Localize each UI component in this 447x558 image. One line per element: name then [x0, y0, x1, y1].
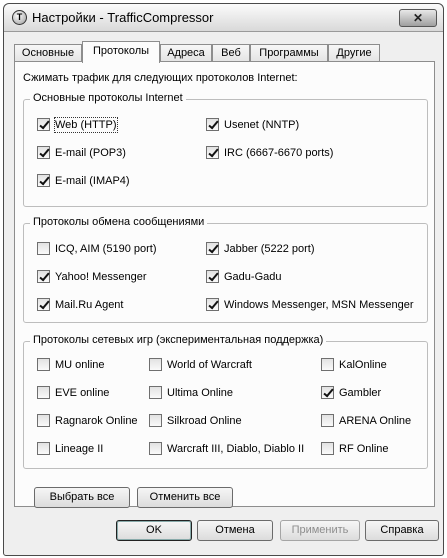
checkbox-label: ICQ, AIM (5190 port)	[55, 243, 157, 255]
select-all-button[interactable]: Выбрать все	[34, 487, 130, 508]
checkbox-box[interactable]	[37, 298, 50, 311]
intro-text: Сжимать трафик для следующих протоколов …	[23, 72, 298, 84]
close-icon: ✕	[412, 11, 424, 25]
checkbox-box[interactable]	[37, 174, 50, 187]
settings-window: T Настройки - TrafficCompressor ✕ Основн…	[3, 3, 444, 556]
window-title: Настройки - TrafficCompressor	[32, 10, 214, 25]
checkbox-box[interactable]	[206, 242, 219, 255]
checkbox-label: Jabber (5222 port)	[224, 243, 315, 255]
checkbox-label: ARENA Online	[339, 415, 412, 427]
group-legend: Основные протоколы Internet	[30, 92, 186, 104]
checkbox-box[interactable]	[37, 270, 50, 283]
checkbox-box[interactable]	[37, 442, 50, 455]
tab-protocols[interactable]: Протоколы	[82, 41, 160, 63]
checkbox-box[interactable]	[321, 358, 334, 371]
checkbox-label: Ragnarok Online	[55, 415, 138, 427]
checkbox-label: KalOnline	[339, 359, 387, 371]
tab-general[interactable]: Основные	[14, 44, 82, 62]
checkbox-label: E-mail (POP3)	[55, 147, 126, 159]
cancel-button[interactable]: Отмена	[197, 520, 273, 541]
title-bar[interactable]: T Настройки - TrafficCompressor ✕	[4, 4, 443, 32]
group-legend: Протоколы обмена сообщениями	[30, 216, 208, 228]
checkbox-box[interactable]	[206, 118, 219, 131]
checkbox-box[interactable]	[37, 358, 50, 371]
checkbox-box[interactable]	[149, 414, 162, 427]
checkbox-box[interactable]	[37, 242, 50, 255]
tab-programs[interactable]: Программы	[250, 44, 328, 62]
group-legend: Протоколы сетевых игр (экспериментальная…	[30, 334, 327, 346]
checkbox-label: Ultima Online	[167, 387, 234, 399]
messaging-protocols-group: Протоколы обмена сообщениями ICQ, AIM (5…	[23, 216, 428, 323]
checkbox-label: Usenet (NNTP)	[224, 119, 300, 131]
help-button[interactable]: Справка	[365, 520, 439, 541]
checkbox-box[interactable]	[206, 270, 219, 283]
internet-protocols-group: Основные протоколы Internet Web (HTTP) U…	[23, 92, 428, 207]
checkbox-label: Gambler	[339, 387, 382, 399]
checkbox-label: World of Warcraft	[167, 359, 252, 371]
deselect-all-button[interactable]: Отменить все	[137, 487, 233, 508]
checkbox-label: Warcraft III, Diablo, Diablo II	[167, 443, 305, 455]
tab-other[interactable]: Другие	[328, 44, 380, 62]
checkbox-box[interactable]	[321, 386, 334, 399]
checkbox-box[interactable]	[206, 298, 219, 311]
checkbox-box[interactable]	[149, 358, 162, 371]
checkbox-label: E-mail (IMAP4)	[55, 175, 130, 187]
checkbox-label: Gadu-Gadu	[224, 271, 282, 283]
checkbox-label: EVE online	[55, 387, 110, 399]
checkbox-label: Mail.Ru Agent	[55, 299, 124, 311]
checkbox-box[interactable]	[37, 146, 50, 159]
checkbox-box[interactable]	[321, 442, 334, 455]
checkbox-box[interactable]	[37, 414, 50, 427]
checkbox-label: IRC (6667-6670 ports)	[224, 147, 334, 159]
close-button[interactable]: ✕	[399, 9, 437, 27]
checkbox-label: Silkroad Online	[167, 415, 242, 427]
checkbox-label: Lineage II	[55, 443, 104, 455]
protocols-panel: Сжимать трафик для следующих протоколов …	[14, 61, 435, 508]
apply-button[interactable]: Применить	[280, 520, 360, 541]
checkbox-box[interactable]	[149, 386, 162, 399]
game-protocols-group: Протоколы сетевых игр (экспериментальная…	[23, 334, 428, 469]
app-icon: T	[12, 10, 27, 25]
tab-addresses[interactable]: Адреса	[160, 44, 212, 62]
checkbox-box[interactable]	[149, 442, 162, 455]
checkbox-label: Web (HTTP)	[54, 117, 118, 133]
checkbox-box[interactable]	[37, 386, 50, 399]
checkbox-label: Yahoo! Messenger	[55, 271, 147, 283]
checkbox-label: RF Online	[339, 443, 389, 455]
checkbox-box[interactable]	[321, 414, 334, 427]
checkbox-box[interactable]	[37, 118, 50, 131]
checkbox-box[interactable]	[206, 146, 219, 159]
checkbox-label: Windows Messenger, MSN Messenger	[224, 299, 414, 311]
checkbox-label: MU online	[55, 359, 105, 371]
tab-web[interactable]: Веб	[212, 44, 250, 62]
ok-button[interactable]: OK	[116, 520, 192, 541]
